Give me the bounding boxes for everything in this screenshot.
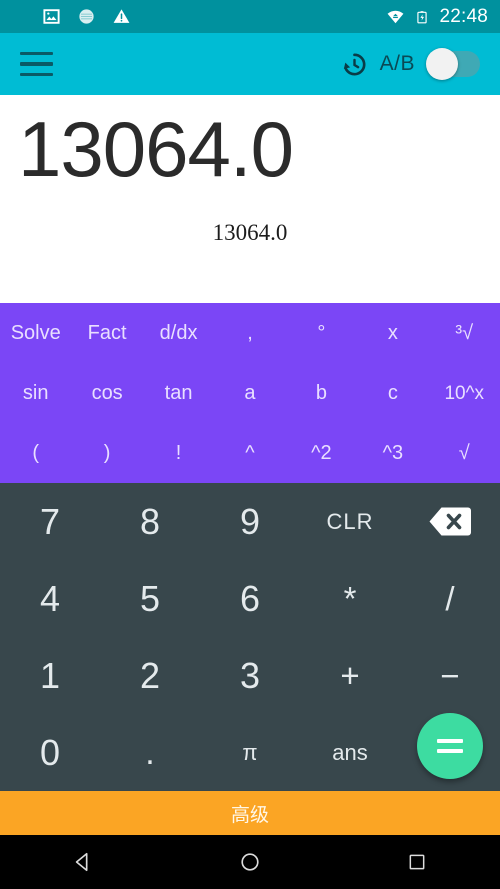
phone-screen: 22:48 A/B 13064.0 13064.0 Solve Fact d/d…: [0, 0, 500, 889]
display-primary-value: 13064.0: [18, 105, 294, 193]
num-key-decimal-point[interactable]: .: [100, 736, 200, 770]
func-key-cube-root[interactable]: ³√: [429, 323, 500, 343]
back-triangle-icon: [76, 852, 88, 872]
equals-line: [437, 739, 463, 743]
num-key-pi[interactable]: π: [200, 741, 300, 764]
function-row-2: sin cos tan a b c 10^x: [0, 363, 500, 423]
func-key-power[interactable]: ^: [214, 443, 285, 463]
func-key-ddx[interactable]: d/dx: [143, 323, 214, 343]
toggle-knob: [426, 48, 458, 80]
backspace-icon: [429, 507, 471, 536]
func-key-solve[interactable]: Solve: [0, 323, 71, 343]
num-key-four[interactable]: 4: [0, 580, 100, 617]
func-key-variable-b[interactable]: b: [286, 383, 357, 403]
num-key-five[interactable]: 5: [100, 580, 200, 617]
func-key-comma[interactable]: ,: [214, 323, 285, 343]
numeric-row-3: 1 2 3 + −: [0, 637, 500, 714]
hamburger-menu-icon[interactable]: [20, 52, 53, 76]
status-bar-right-icons: 22:48: [386, 7, 488, 27]
calculator-display[interactable]: 13064.0 13064.0: [0, 95, 500, 303]
image-icon: [43, 9, 60, 24]
func-key-close-paren[interactable]: ): [71, 443, 142, 463]
func-key-open-paren[interactable]: (: [0, 443, 71, 463]
nav-home-button[interactable]: [223, 835, 277, 889]
battery-charging-icon: [417, 10, 428, 23]
num-key-plus[interactable]: +: [300, 659, 400, 692]
num-key-three[interactable]: 3: [200, 657, 300, 694]
num-key-seven[interactable]: 7: [0, 503, 100, 540]
status-bar-left-icons: [42, 7, 131, 26]
num-key-multiply[interactable]: *: [300, 582, 400, 615]
func-key-variable-a[interactable]: a: [214, 383, 285, 403]
num-key-clear[interactable]: CLR: [300, 510, 400, 533]
func-key-ten-power-x[interactable]: 10^x: [429, 384, 500, 403]
func-key-degree[interactable]: °: [286, 323, 357, 343]
func-key-cos[interactable]: cos: [71, 383, 142, 403]
numeric-row-1: 7 8 9 CLR: [0, 483, 500, 560]
hamburger-line: [20, 72, 53, 76]
function-row-3: ( ) ! ^ ^2 ^3 √: [0, 423, 500, 483]
app-bar-actions: A/B: [340, 48, 480, 80]
status-bar-clock: 22:48: [439, 6, 488, 27]
history-clock-icon[interactable]: [340, 50, 369, 79]
func-key-cube[interactable]: ^3: [357, 443, 428, 463]
func-key-variable-x[interactable]: x: [357, 323, 428, 343]
num-key-answer[interactable]: ans: [300, 741, 400, 764]
function-keypad: Solve Fact d/dx , ° x ³√ sin cos tan a b…: [0, 303, 500, 483]
equals-icon: [437, 739, 463, 753]
nav-back-button[interactable]: [56, 835, 110, 889]
hamburger-line: [20, 52, 53, 56]
func-key-fact[interactable]: Fact: [71, 323, 142, 343]
num-key-backspace[interactable]: [400, 506, 500, 537]
ab-toggle-label: A/B: [379, 52, 415, 75]
num-key-minus[interactable]: −: [400, 659, 500, 692]
numeric-row-2: 4 5 6 * /: [0, 560, 500, 637]
equals-button[interactable]: [417, 713, 483, 779]
circle-pattern-icon: [79, 9, 94, 24]
advanced-bar[interactable]: 高级: [0, 791, 500, 835]
func-key-square-root[interactable]: √: [429, 443, 500, 463]
ab-toggle-switch[interactable]: [426, 48, 480, 80]
app-bar: A/B: [0, 33, 500, 95]
home-circle-icon: [241, 853, 259, 871]
nav-recents-button[interactable]: [390, 835, 444, 889]
wifi-icon: [388, 10, 404, 24]
num-key-eight[interactable]: 8: [100, 503, 200, 540]
android-nav-bar: [0, 835, 500, 889]
num-key-one[interactable]: 1: [0, 657, 100, 694]
func-key-sin[interactable]: sin: [0, 383, 71, 403]
num-key-nine[interactable]: 9: [200, 503, 300, 540]
num-key-divide[interactable]: /: [400, 582, 500, 615]
func-key-variable-c[interactable]: c: [357, 383, 428, 403]
num-key-six[interactable]: 6: [200, 580, 300, 617]
equals-line: [437, 749, 463, 753]
display-secondary-value: 13064.0: [212, 220, 288, 245]
num-key-two[interactable]: 2: [100, 657, 200, 694]
status-bar: 22:48: [0, 0, 500, 33]
func-key-factorial[interactable]: !: [143, 443, 214, 463]
num-key-zero[interactable]: 0: [0, 734, 100, 771]
warning-triangle-icon: [113, 9, 130, 23]
func-key-square[interactable]: ^2: [286, 443, 357, 463]
function-row-1: Solve Fact d/dx , ° x ³√: [0, 303, 500, 363]
hamburger-line: [20, 62, 53, 66]
recents-square-icon: [409, 854, 425, 870]
func-key-tan[interactable]: tan: [143, 383, 214, 403]
numeric-keypad: 7 8 9 CLR 4 5 6 * / 1 2 3 + − 0 . π ans: [0, 483, 500, 791]
advanced-bar-label: 高级: [230, 804, 269, 826]
